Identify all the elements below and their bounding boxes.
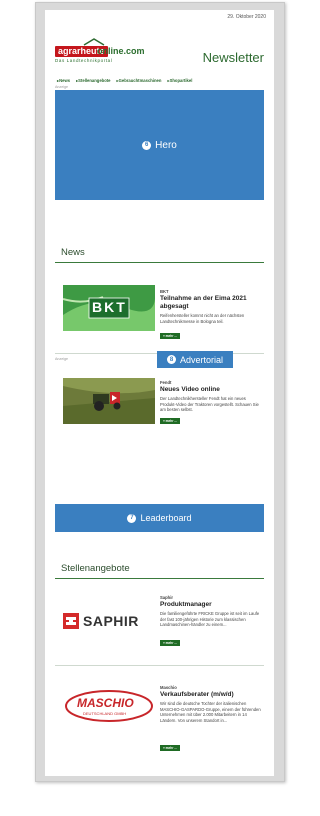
saphir-mark-icon: [63, 613, 79, 629]
newsletter: 29. Oktober 2020 agrarheute online.com D…: [45, 10, 274, 776]
nav-news[interactable]: News: [57, 78, 70, 83]
ad-label: Anzeige: [55, 357, 68, 361]
saphir-logo[interactable]: SAPHIR: [63, 605, 155, 637]
top-nav: News Stellenangebote Gebrauchtmaschinen …: [57, 78, 267, 83]
job-teaser: Wir sind die deutsche Tochter der italie…: [160, 701, 261, 723]
maschio-logo[interactable]: MASCHIO DEUTSCHLAND GMBH: [65, 690, 153, 722]
job-title[interactable]: Verkaufsberater (m/w/d): [160, 691, 260, 699]
maschio-wordmark: MASCHIO: [77, 696, 134, 710]
hero-banner[interactable]: 6 Hero: [55, 90, 264, 200]
news-label: Fendt: [160, 380, 172, 385]
news-headline[interactable]: Neues Video online: [160, 386, 260, 394]
job-title[interactable]: Produktmanager: [160, 601, 260, 609]
roof-logo-icon: [83, 38, 105, 46]
more-button[interactable]: » mehr ...: [160, 745, 180, 751]
advertorial-number-badge: 8: [166, 355, 176, 364]
section-divider: [55, 578, 264, 579]
news-teaser: Der Landtechnikhersteller Fendt hat ein …: [160, 396, 259, 413]
section-title-news: News: [61, 247, 85, 258]
more-button[interactable]: » mehr ...: [160, 640, 180, 646]
bkt-thumb-text: BKT: [92, 299, 127, 315]
leaderboard-banner[interactable]: 7 Leaderboard: [55, 504, 264, 532]
item-divider: [55, 665, 264, 666]
news-label: BKT: [160, 289, 169, 294]
leaderboard-label: Leaderboard: [140, 513, 192, 523]
news-thumbnail-bkt[interactable]: BKT: [63, 285, 155, 331]
newsletter-date: 29. Oktober 2020: [227, 14, 266, 20]
job-label: Maschio: [160, 685, 177, 690]
news-teaser: Reifenhersteller kommt nicht an der näch…: [160, 313, 245, 324]
brand-online: online.com: [97, 46, 145, 56]
brand-tagline: Das Landtechnikportal: [55, 58, 113, 63]
saphir-wordmark: SAPHIR: [83, 613, 139, 629]
section-divider: [55, 262, 264, 263]
section-title-jobs: Stellenangebote: [61, 563, 130, 574]
ad-label: Anzeige: [55, 85, 68, 89]
news-thumbnail-fendt[interactable]: [63, 378, 155, 424]
maschio-subline: DEUTSCHLAND GMBH: [83, 711, 127, 716]
job-label: Saphir: [160, 595, 174, 600]
advertorial-label: Advertorial: [179, 354, 224, 365]
hero-label: Hero: [155, 139, 177, 151]
advertorial-callout[interactable]: 8 Advertorial: [157, 351, 233, 368]
brand-logo[interactable]: agrarheute online.com Das Landtechnikpor…: [55, 38, 165, 66]
news-headline[interactable]: Teilnahme an der Eima 2021 abgesagt: [160, 295, 260, 311]
more-button[interactable]: » mehr ...: [160, 333, 180, 339]
hero-number-badge: 6: [142, 140, 152, 150]
nav-stellenangebote[interactable]: Stellenangebote: [76, 78, 110, 83]
nav-shopartikel[interactable]: Shopartikel: [167, 78, 193, 83]
job-teaser: Die familiengeführte FRICKE Gruppe ist s…: [160, 611, 260, 628]
nav-gebrauchtmaschinen[interactable]: Gebrauchtmaschinen: [117, 78, 162, 83]
leaderboard-number-badge: 7: [127, 513, 137, 523]
newsletter-title: Newsletter: [202, 50, 264, 65]
more-button[interactable]: » mehr ...: [160, 418, 180, 424]
tractor-field-icon: [63, 378, 155, 424]
